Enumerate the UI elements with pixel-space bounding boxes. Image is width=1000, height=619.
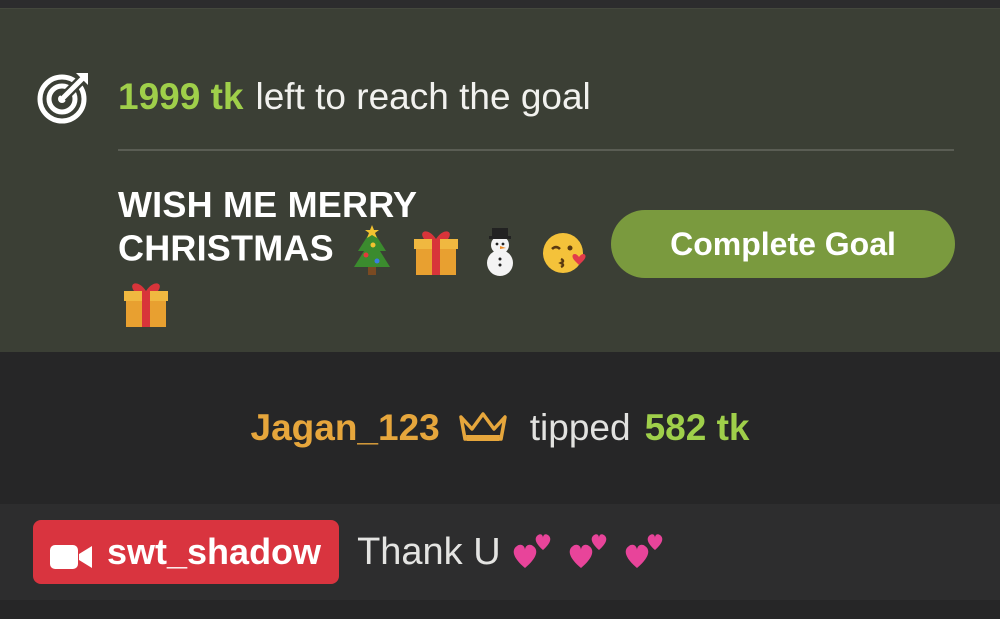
chat-message: Thank U xyxy=(357,528,669,576)
bottom-strip xyxy=(0,600,1000,619)
two-hearts-emoji xyxy=(565,528,613,576)
kissing-face-emoji xyxy=(539,225,591,277)
tip-notification: Jagan_123 tipped 582 tk xyxy=(0,352,1000,504)
target-icon xyxy=(36,69,92,125)
top-strip xyxy=(0,0,1000,8)
crown-icon xyxy=(458,411,508,445)
goal-panel: 1999 tk left to reach the goal WISH ME M… xyxy=(0,8,1000,353)
goal-progress-row: 1999 tk left to reach the goal xyxy=(36,69,591,125)
broadcaster-username: swt_shadow xyxy=(107,531,322,572)
broadcaster-username-badge[interactable]: swt_shadow xyxy=(33,520,340,584)
gift-emoji xyxy=(410,225,462,277)
video-camera-icon xyxy=(49,538,93,569)
tip-amount: 582 tk xyxy=(644,407,750,448)
two-hearts-emoji xyxy=(509,528,557,576)
divider xyxy=(118,149,954,151)
goal-title: WISH ME MERRY CHRISTMAS xyxy=(118,185,598,329)
two-hearts-emoji xyxy=(621,528,669,576)
gift-emoji xyxy=(120,277,172,329)
goal-remaining-amount: 1999 tk xyxy=(118,76,244,117)
snowman-emoji xyxy=(474,225,526,277)
chat-message-text: Thank U xyxy=(357,530,501,573)
tip-verb: tipped xyxy=(529,407,631,448)
tipper-username[interactable]: Jagan_123 xyxy=(251,407,440,449)
goal-remaining-text: left to reach the goal xyxy=(255,76,591,117)
christmas-tree-emoji xyxy=(346,225,398,277)
complete-goal-button[interactable]: Complete Goal xyxy=(611,210,955,278)
chat-message-row: swt_shadow Thank U xyxy=(0,504,1000,600)
